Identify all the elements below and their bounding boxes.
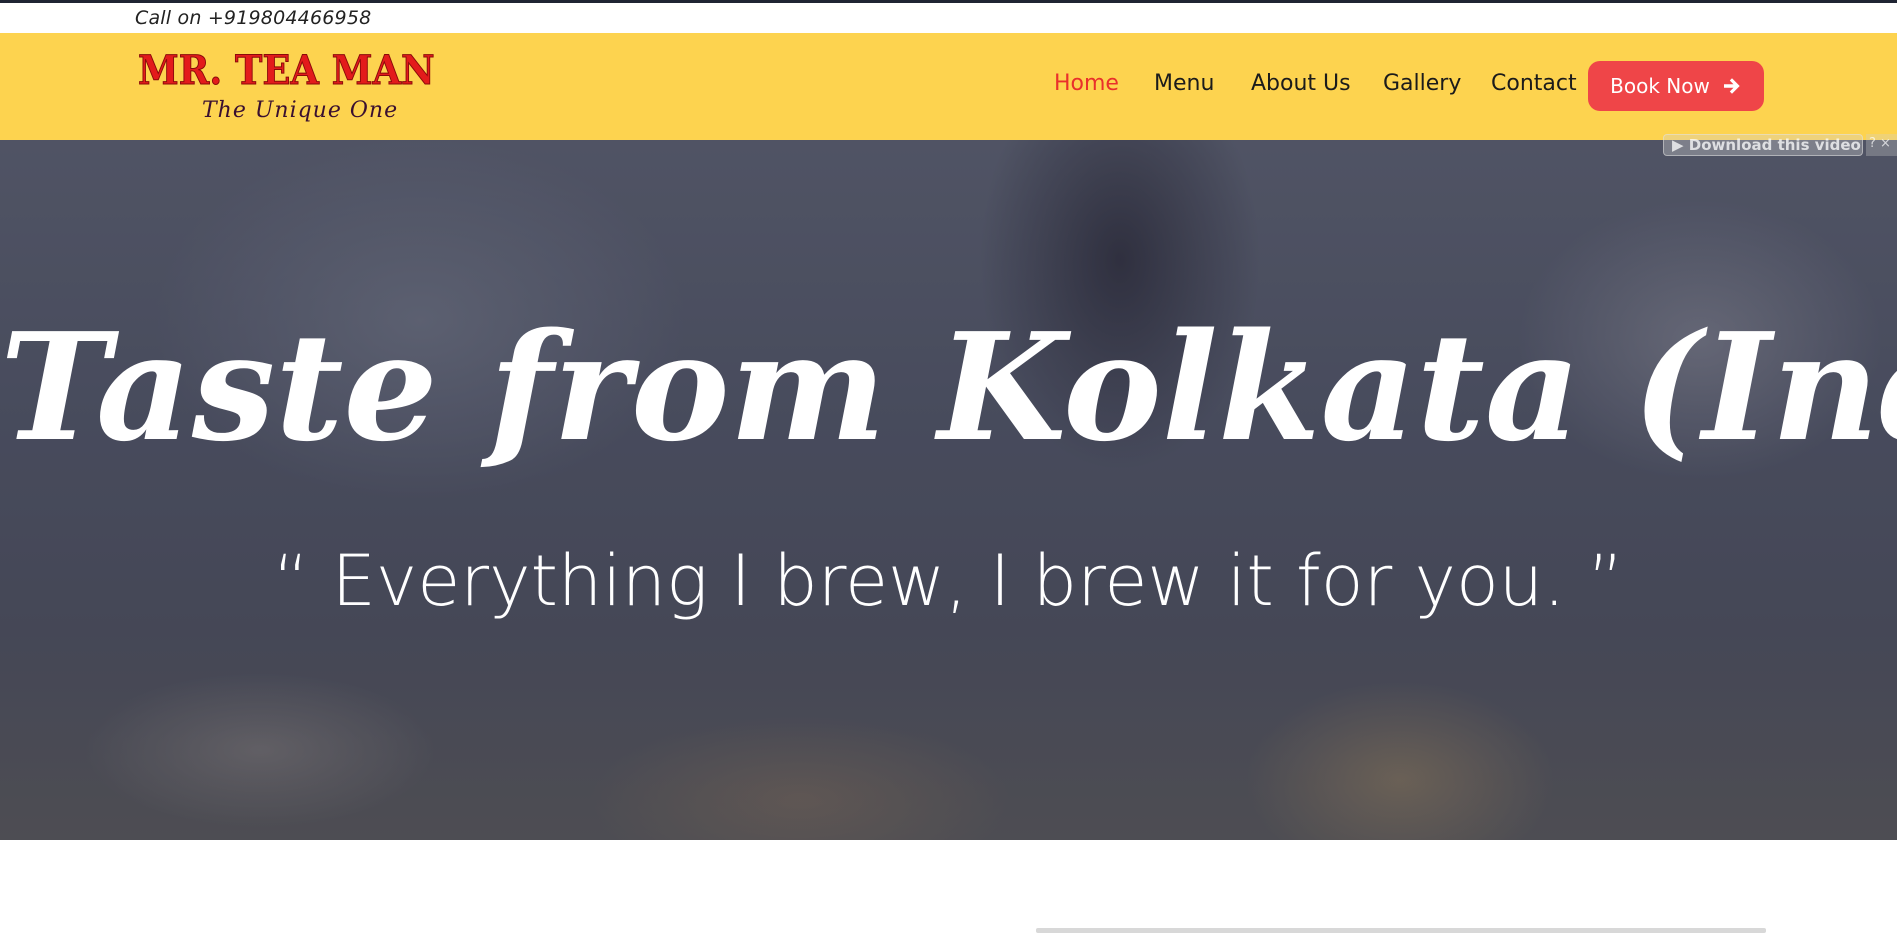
call-text: Call on +919804466958 (135, 7, 372, 29)
nav-about-us[interactable]: About Us (1251, 71, 1351, 96)
book-now-label: Book Now (1610, 74, 1710, 98)
download-video-button[interactable]: ▶ Download this video (1663, 134, 1863, 156)
book-now-button[interactable]: Book Now (1588, 61, 1764, 111)
content-section (0, 840, 1897, 933)
logo-title: MR. TEA MAN (138, 47, 436, 95)
arrow-right-icon (1723, 78, 1740, 94)
navbar: MR. TEA MAN The Unique One Home Menu Abo… (0, 33, 1897, 140)
logo-tagline: The Unique One (202, 98, 399, 123)
hero-overlay (0, 140, 1897, 840)
hero-quote: “ Everything I brew, I brew it for you. … (273, 540, 1624, 622)
hero-video-section: Taste from Kolkata (India) “ Everything … (0, 140, 1897, 840)
nav-contact[interactable]: Contact (1491, 71, 1577, 96)
nav-home[interactable]: Home (1054, 71, 1119, 96)
top-bar: Call on +919804466958 (0, 3, 1897, 33)
nav-gallery[interactable]: Gallery (1383, 71, 1461, 96)
logo[interactable]: MR. TEA MAN The Unique One (138, 47, 436, 124)
nav-menu[interactable]: Menu (1154, 71, 1214, 96)
content-divider (1036, 928, 1766, 933)
hero-title: Taste from Kolkata (India) (0, 300, 1897, 474)
video-controls[interactable]: ? × (1866, 134, 1897, 156)
